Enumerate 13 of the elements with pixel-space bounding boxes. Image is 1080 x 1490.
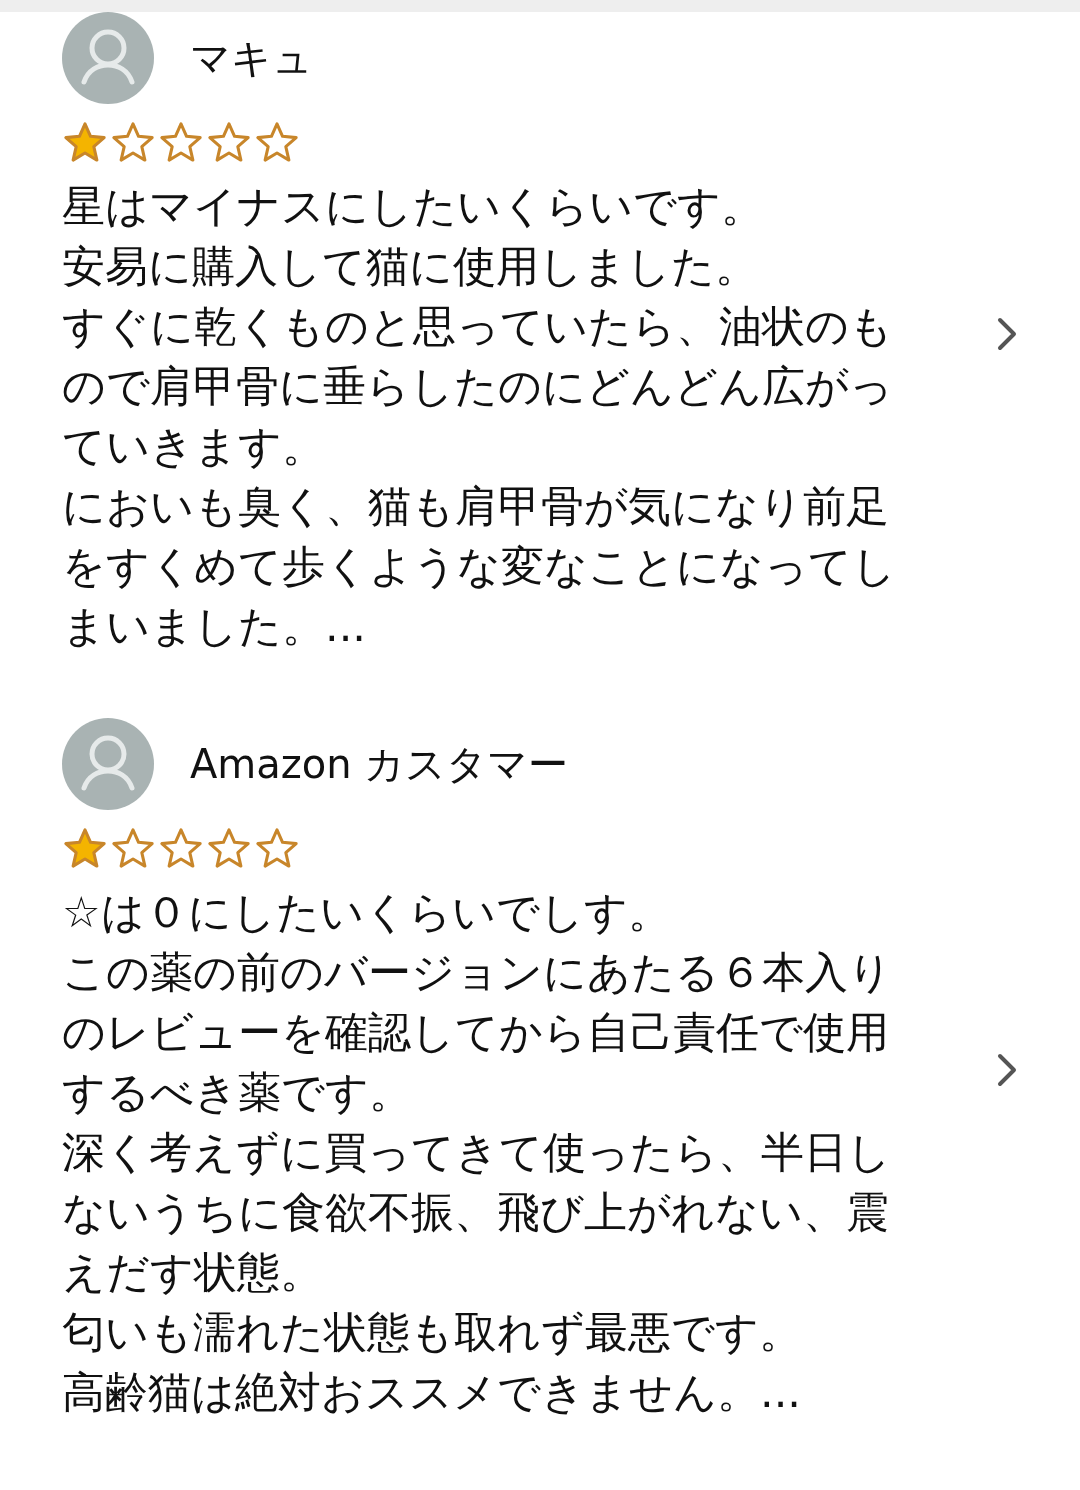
review-text: 高齢猫は絶対おススメできません。... <box>62 1366 802 1419</box>
avatar-icon <box>62 718 154 810</box>
review-text: 星はマイナスにしたいくらいです。 <box>62 180 765 233</box>
review-text: においも臭く、猫も肩甲骨が気になり前足をすくめて歩くような変なことになってしまいました。... <box>62 480 897 653</box>
reviewer-name: Amazon カスタマー <box>190 739 569 789</box>
review-text: ☆は０にしたいくらいでしす。 <box>62 886 672 939</box>
review-text: この薬の前のバージョンにあたる６本入りのレビューを確認してから自己責任で使用するべき薬です。 <box>62 946 893 1119</box>
review-text: 匂いも濡れた状態も取れず最悪です。 <box>62 1306 803 1359</box>
avatar-icon <box>62 12 154 104</box>
review-text: 安易に購入して猫に使用しました。 <box>62 240 759 293</box>
review-text: すぐに乾くものと思っていたら、油状のもので肩甲骨に垂らしたのにどんどん広がっていきます。 <box>62 300 894 473</box>
review-text: 深く考えずに買ってきて使ったら、半日しないうちに食欲不振、飛び上がれない、震えだす状態。 <box>62 1126 892 1299</box>
reviewer-name: マキュ <box>190 33 313 83</box>
